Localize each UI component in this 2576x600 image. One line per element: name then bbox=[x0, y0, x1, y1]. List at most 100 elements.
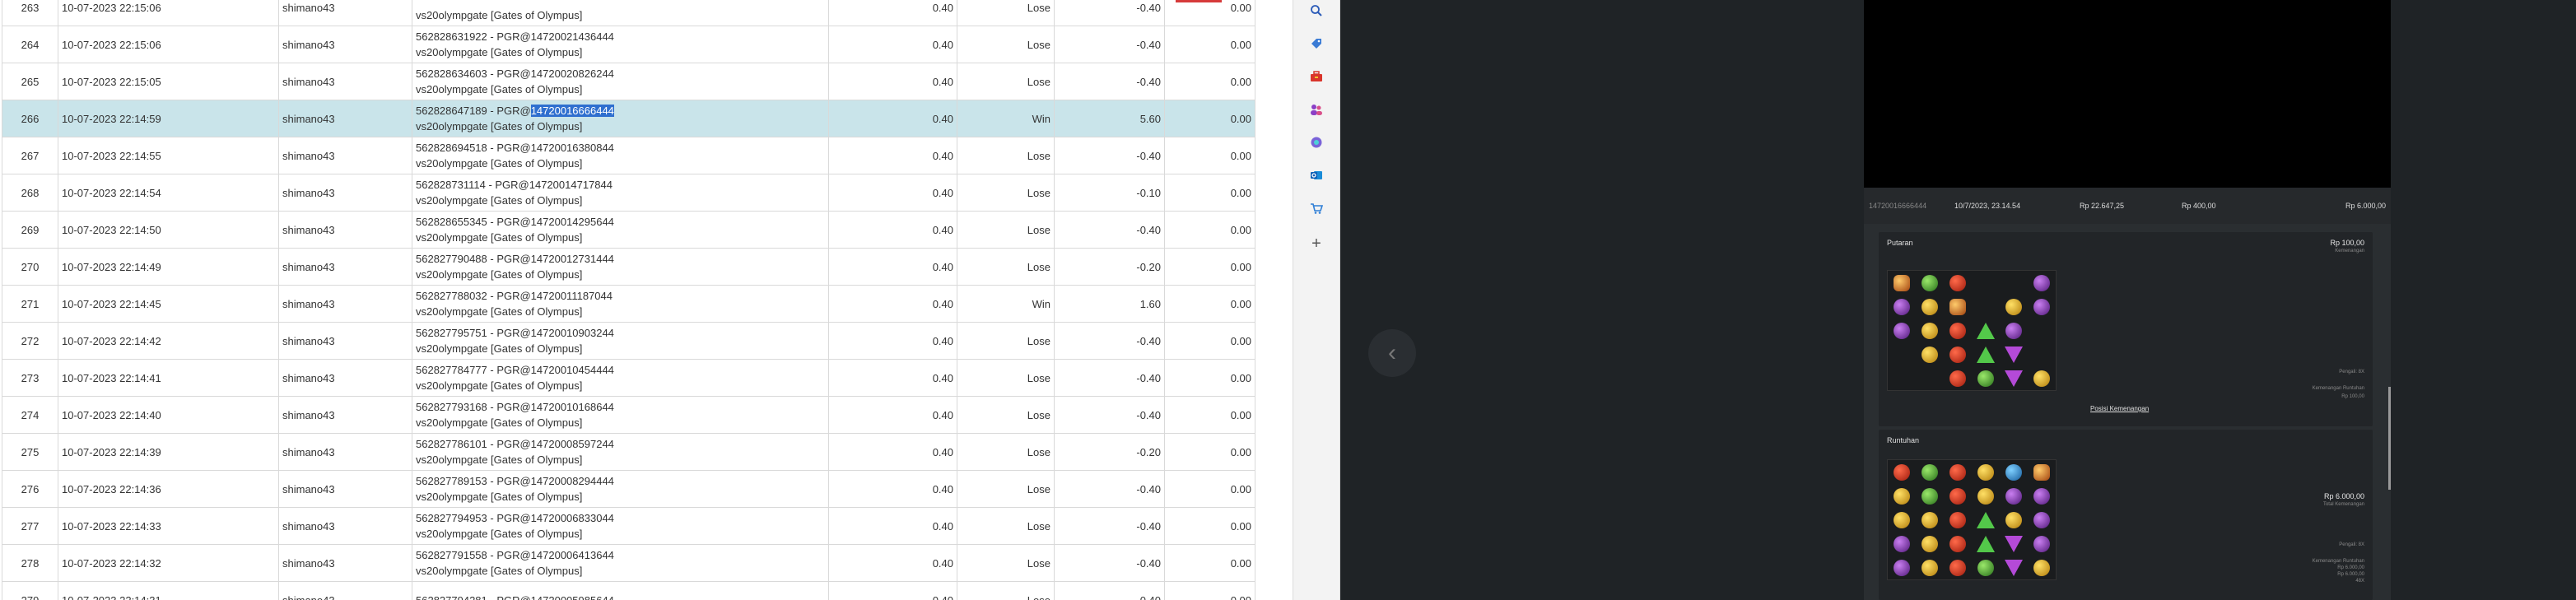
row-number: 267 bbox=[2, 137, 58, 174]
cart-icon[interactable] bbox=[1307, 199, 1325, 217]
gem-symbol-icon bbox=[1949, 322, 1966, 339]
row-description: 562827790488 - PGR@14720012731444 vs20oly… bbox=[412, 248, 829, 286]
tumble-tumble-mult: 48X bbox=[2355, 579, 2364, 584]
people-icon[interactable] bbox=[1307, 100, 1325, 119]
symbol-cell bbox=[2000, 484, 2028, 508]
row-winloss: -0.40 bbox=[1054, 396, 1165, 434]
gem-symbol-icon bbox=[2033, 511, 2050, 528]
desc-ref: 562828647189 - PGR@ bbox=[416, 105, 531, 117]
desc-game: vs20olympgate [Gates of Olympus] bbox=[416, 565, 583, 577]
row-number: 274 bbox=[2, 396, 58, 434]
gem-symbol-icon bbox=[1977, 322, 1995, 339]
plus-icon[interactable]: + bbox=[1307, 235, 1325, 253]
row-date: 10-07-2023 22:14:50 bbox=[58, 211, 279, 249]
chevron-left-icon[interactable]: ‹ bbox=[1368, 329, 1416, 377]
gem-symbol-icon bbox=[2033, 463, 2050, 481]
row-date: 10-07-2023 22:14:49 bbox=[58, 248, 279, 286]
spin-panel: Putaran Rp 100,00 Kemenangan Pengali: 8X… bbox=[1879, 232, 2373, 426]
row-winloss: -0.40 bbox=[1054, 26, 1165, 63]
row-winloss: -0.40 bbox=[1054, 470, 1165, 508]
browser-sidebar: + bbox=[1293, 0, 1340, 600]
row-date: 10-07-2023 22:14:55 bbox=[58, 137, 279, 174]
symbol-cell bbox=[1888, 532, 1916, 556]
table-row[interactable]: 279 10-07-2023 22:14:31 shimano43 562827794… bbox=[2, 581, 1255, 600]
table-row[interactable]: 264 10-07-2023 22:15:06 shimano43 562828631… bbox=[2, 26, 1255, 63]
symbol-cell bbox=[1916, 319, 1944, 342]
symbol-cell bbox=[2028, 342, 2056, 366]
table-row[interactable]: 265 10-07-2023 22:15:05 shimano43 562828634… bbox=[2, 63, 1255, 100]
desc-ref: 562827794953 - PGR@14720006833044 bbox=[416, 512, 614, 524]
table-row[interactable]: 267 10-07-2023 22:14:55 shimano43 562828694… bbox=[2, 137, 1255, 174]
symbol-cell bbox=[1944, 271, 1972, 295]
row-winloss: -0.40 bbox=[1054, 322, 1165, 360]
row-result: Lose bbox=[957, 63, 1055, 100]
gem-symbol-icon bbox=[1894, 322, 1910, 339]
table-row[interactable]: 271 10-07-2023 22:14:45 shimano43 562827788… bbox=[2, 285, 1255, 323]
tumble-tumble-label: Kemenangan Runtuhan bbox=[2312, 559, 2364, 564]
row-balance: 0.00 bbox=[1164, 137, 1255, 174]
row-result: Win bbox=[957, 100, 1055, 137]
symbol-cell bbox=[1916, 532, 1944, 556]
table-row[interactable]: 263 10-07-2023 22:15:06 shimano43 vs20olymp… bbox=[2, 0, 1255, 26]
game-overlay bbox=[1340, 0, 1864, 600]
row-winloss: -0.40 bbox=[1054, 544, 1165, 582]
gem-symbol-icon bbox=[1949, 298, 1966, 315]
search-icon[interactable] bbox=[1307, 2, 1325, 20]
globe-icon[interactable] bbox=[1307, 133, 1325, 151]
desc-game: vs20olympgate [Gates of Olympus] bbox=[416, 231, 583, 244]
desc-game: vs20olympgate [Gates of Olympus] bbox=[416, 83, 583, 95]
row-number: 269 bbox=[2, 211, 58, 249]
toolbox-icon[interactable] bbox=[1307, 67, 1325, 86]
gem-symbol-icon bbox=[2005, 322, 2022, 339]
transaction-table: 263 10-07-2023 22:15:06 shimano43 vs20olymp… bbox=[2, 0, 1255, 600]
desc-game: vs20olympgate [Gates of Olympus] bbox=[416, 120, 583, 133]
round-balance: Rp 22.647,25 bbox=[2080, 202, 2125, 210]
row-user: shimano43 bbox=[278, 544, 412, 582]
row-balance: 0.00 bbox=[1164, 359, 1255, 397]
desc-ref: 562827795751 - PGR@14720010903244 bbox=[416, 327, 614, 339]
row-bet: 0.40 bbox=[828, 100, 957, 137]
win-position-link[interactable]: Posisi Kemenangan bbox=[2090, 405, 2149, 412]
gem-symbol-icon bbox=[1922, 559, 1938, 576]
table-row[interactable]: 278 10-07-2023 22:14:32 shimano43 562827791… bbox=[2, 544, 1255, 582]
row-date: 10-07-2023 22:14:36 bbox=[58, 470, 279, 508]
row-winloss: 5.60 bbox=[1054, 100, 1165, 137]
row-balance: 0.00 bbox=[1164, 581, 1255, 600]
gem-symbol-icon bbox=[1977, 487, 1994, 505]
row-balance: 0.00 bbox=[1164, 174, 1255, 212]
table-row[interactable]: 266 10-07-2023 22:14:59 shimano43 562828647… bbox=[2, 100, 1255, 137]
table-row[interactable]: 270 10-07-2023 22:14:49 shimano43 562827790… bbox=[2, 248, 1255, 286]
symbol-cell bbox=[1888, 484, 1916, 508]
table-row[interactable]: 275 10-07-2023 22:14:39 shimano43 562827786… bbox=[2, 433, 1255, 471]
gem-symbol-icon bbox=[1949, 535, 1966, 552]
desc-ref: 562827789153 - PGR@14720008294444 bbox=[416, 475, 614, 487]
tumble-amount: Rp 6.000,00 bbox=[2323, 492, 2364, 500]
row-number: 279 bbox=[2, 581, 58, 600]
round-summary: 14720016666444 10/7/2023, 23.14.54 Rp 22… bbox=[1864, 188, 2391, 224]
row-bet: 0.40 bbox=[828, 544, 957, 582]
table-row[interactable]: 273 10-07-2023 22:14:41 shimano43 562827784… bbox=[2, 359, 1255, 397]
selected-text: 14720016666444 bbox=[530, 105, 614, 117]
gem-symbol-icon bbox=[2033, 487, 2050, 505]
row-description: vs20olympgate [Gates of Olympus] bbox=[412, 0, 829, 26]
table-row[interactable]: 269 10-07-2023 22:14:50 shimano43 562828655… bbox=[2, 211, 1255, 249]
row-winloss: -0.40 bbox=[1054, 137, 1165, 174]
row-date: 10-07-2023 22:14:39 bbox=[58, 433, 279, 471]
desc-game: vs20olympgate [Gates of Olympus] bbox=[416, 379, 583, 392]
table-row[interactable]: 277 10-07-2023 22:14:33 shimano43 562827794… bbox=[2, 507, 1255, 545]
table-row[interactable]: 272 10-07-2023 22:14:42 shimano43 562827795… bbox=[2, 322, 1255, 360]
table-row[interactable]: 268 10-07-2023 22:14:54 shimano43 562828731… bbox=[2, 174, 1255, 212]
row-result: Lose bbox=[957, 433, 1055, 471]
table-row[interactable]: 276 10-07-2023 22:14:36 shimano43 562827789… bbox=[2, 470, 1255, 508]
outlook-icon[interactable] bbox=[1307, 166, 1325, 184]
row-number: 264 bbox=[2, 26, 58, 63]
desc-ref: 562828655345 - PGR@14720014295644 bbox=[416, 216, 614, 228]
row-description: 562828647189 - PGR@14720016666444 vs20oly… bbox=[412, 100, 829, 137]
desc-ref: 562827791558 - PGR@14720006413644 bbox=[416, 549, 614, 561]
round-detail: 14720016666444 10/7/2023, 23.14.54 Rp 22… bbox=[1864, 188, 2391, 600]
desc-game: vs20olympgate [Gates of Olympus] bbox=[416, 342, 583, 355]
row-user: shimano43 bbox=[278, 507, 412, 545]
table-row[interactable]: 274 10-07-2023 22:14:40 shimano43 562827793… bbox=[2, 396, 1255, 434]
tag-icon[interactable] bbox=[1307, 35, 1325, 53]
desc-ref: 562828731114 - PGR@14720014717844 bbox=[416, 179, 613, 191]
